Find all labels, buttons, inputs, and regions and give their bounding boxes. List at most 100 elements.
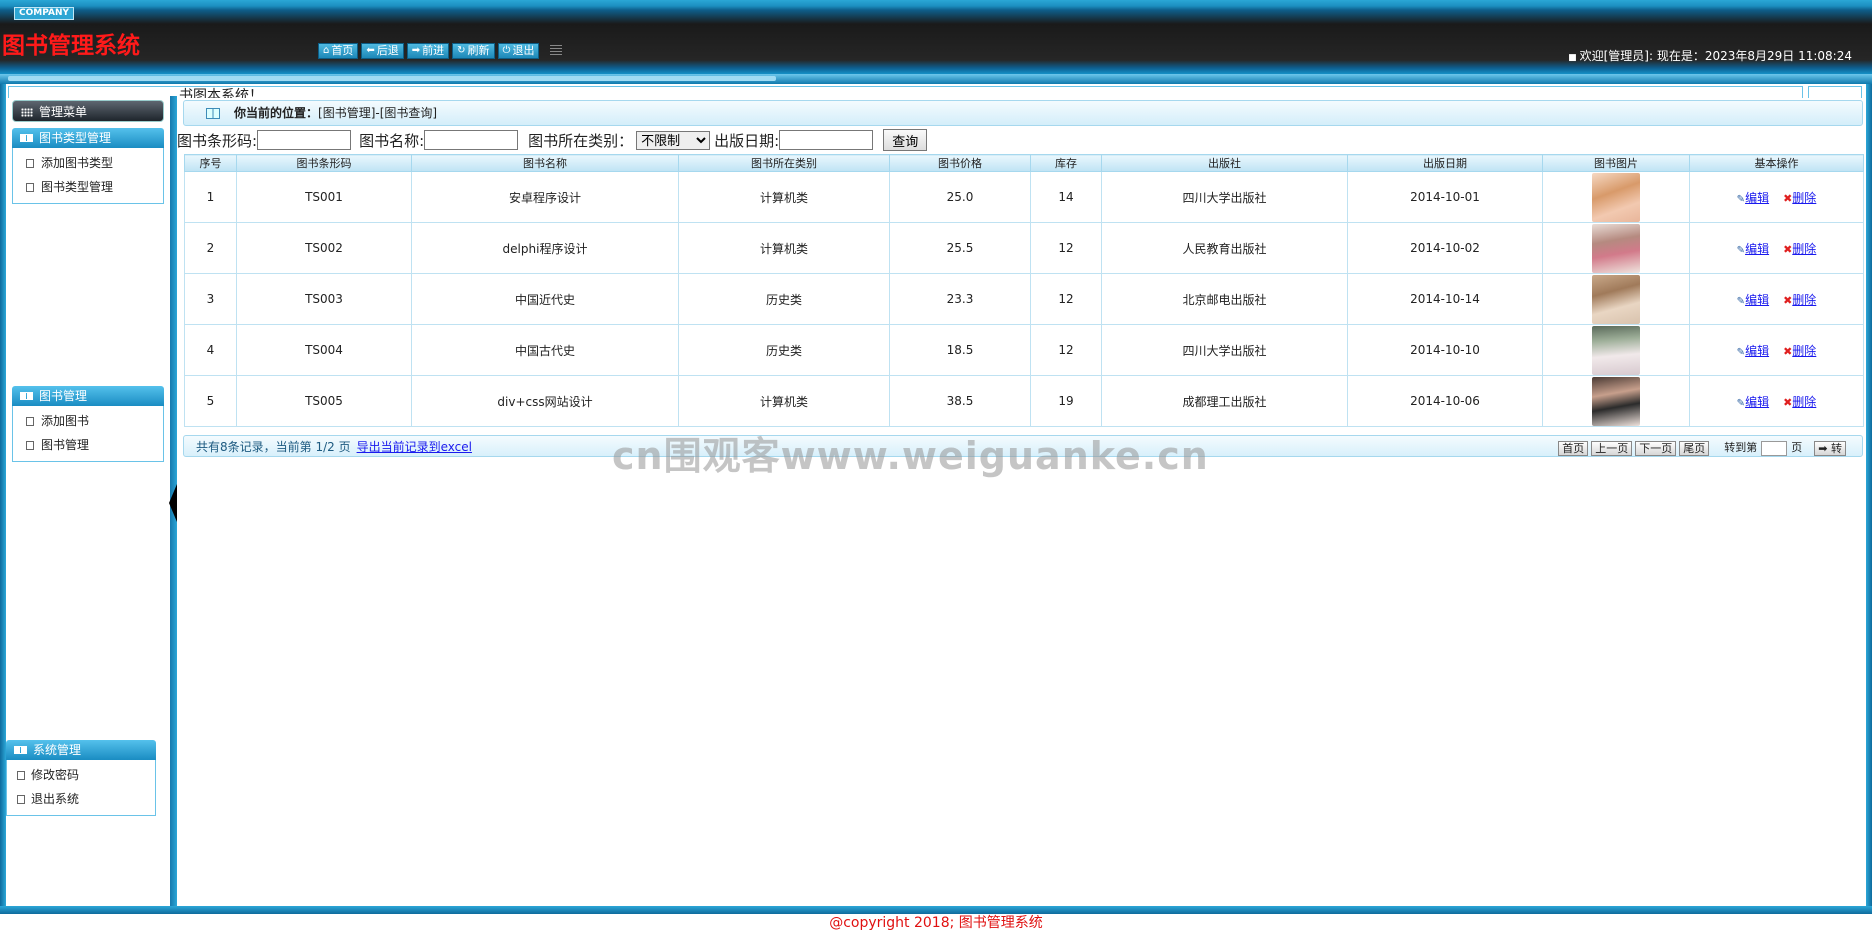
group-header-book[interactable]: 图书管理 <box>12 386 164 406</box>
search-bar: 图书条形码: 图书名称: 图书所在类别： 不限制 出版日期: 查询 <box>177 129 928 151</box>
sidebar-item-book-manage[interactable]: 图书管理 <box>13 433 163 457</box>
query-button[interactable]: 查询 <box>883 129 928 151</box>
sidebar-item-change-password[interactable]: 修改密码 <box>7 763 155 787</box>
column-header: 图书所在类别 <box>678 154 890 172</box>
date-input[interactable] <box>779 130 874 150</box>
nav-back-button[interactable]: ⬅ 后退 <box>361 43 404 59</box>
column-header: 基本操作 <box>1689 154 1864 172</box>
table-row: 1 TS001 安卓程序设计 计算机类 25.0 14 四川大学出版社 2014… <box>184 171 1864 223</box>
pencil-icon: ✎ <box>1736 397 1746 409</box>
watermark: cn围观客www.weiguanke.cn <box>612 434 1209 478</box>
breadcrumb-label: 你当前的位置： <box>234 106 319 120</box>
grid-icon <box>21 108 33 117</box>
delete-link[interactable]: 删除 <box>1792 191 1816 205</box>
last-page-button[interactable]: 尾页 <box>1679 440 1710 456</box>
book-image <box>1592 223 1640 273</box>
main-content: 你当前的位置：[图书管理]-[图书查询] 图书条形码: 图书名称: 图书所在类别… <box>177 98 1866 906</box>
document-icon <box>26 159 34 168</box>
delete-link[interactable]: 删除 <box>1792 293 1816 307</box>
sidebar-item-add-book[interactable]: 添加图书 <box>13 409 163 433</box>
refresh-icon: ↻ <box>457 45 466 56</box>
frame-right <box>1866 84 1872 914</box>
document-icon <box>26 417 34 426</box>
first-page-button[interactable]: 首页 <box>1558 440 1589 456</box>
record-count: 共有8条记录，当前第 1/2 页 <box>196 440 351 454</box>
goto-button[interactable]: ➡ 转 <box>1814 440 1846 456</box>
delete-x-icon: ✖ <box>1783 242 1793 256</box>
goto-label: 转到第 <box>1724 441 1758 454</box>
name-input[interactable] <box>424 130 519 150</box>
delete-link[interactable]: 删除 <box>1792 242 1816 256</box>
sidebar-item-exit-system[interactable]: 退出系统 <box>7 787 155 811</box>
table-header-row: 序号 图书条形码 图书名称 图书所在类别 图书价格 库存 出版社 出版日期 图书… <box>184 154 1864 172</box>
page-unit-label: 页 <box>1791 441 1803 454</box>
book-image <box>1592 325 1640 375</box>
next-page-button[interactable]: 下一页 <box>1635 440 1677 456</box>
header-progress-strip <box>8 76 776 81</box>
nav-home-button[interactable]: ⌂ 首页 <box>318 43 359 59</box>
book-icon <box>20 392 33 400</box>
delete-link[interactable]: 删除 <box>1792 395 1816 409</box>
edit-link[interactable]: 编辑 <box>1745 191 1769 205</box>
group-system: 系统管理 修改密码 退出系统 <box>6 740 156 816</box>
table-row: 3 TS003 中国近代史 历史类 23.3 12 北京邮电出版社 2014-1… <box>184 273 1864 325</box>
menu-title: 管理菜单 <box>12 100 164 122</box>
column-header: 图书图片 <box>1542 154 1690 172</box>
name-label: 图书名称: <box>359 131 425 150</box>
sidebar-item-book-type-manage[interactable]: 图书类型管理 <box>13 175 163 199</box>
power-icon: ⏻ <box>502 45 511 56</box>
document-icon <box>17 795 25 804</box>
delete-x-icon: ✖ <box>1783 344 1793 358</box>
book-icon <box>206 108 220 119</box>
app-window: COMPANY 图书管理系统 ⌂ 首页 ⬅ 后退 ➡ 前进 ↻ 刷新 ⏻ 退出 ■ 欢迎[管… <box>0 0 1872 932</box>
welcome-status: ■ 欢迎[管理员]: 现在是：2023年8月29日 11:08:24 <box>1568 49 1852 63</box>
document-icon <box>26 183 34 192</box>
back-icon: ⬅ <box>366 45 375 56</box>
breadcrumb-path: [图书管理]-[图书查询] <box>318 106 438 120</box>
pencil-icon: ✎ <box>1736 295 1746 307</box>
column-header: 出版社 <box>1101 154 1348 172</box>
table-row: 5 TS005 div+css网站设计 计算机类 38.5 19 成都理工出版社… <box>184 375 1864 427</box>
category-select[interactable]: 不限制 <box>636 130 711 150</box>
goto-page-input[interactable] <box>1761 440 1788 456</box>
column-header: 出版日期 <box>1347 154 1543 172</box>
delete-x-icon: ✖ <box>1783 395 1793 409</box>
pencil-icon: ✎ <box>1736 244 1746 256</box>
square-bullet-icon: ■ <box>1568 53 1577 63</box>
frame-left <box>0 84 6 914</box>
group-header-book-type[interactable]: 图书类型管理 <box>12 128 164 148</box>
column-header: 图书条形码 <box>236 154 412 172</box>
pencil-icon: ✎ <box>1736 193 1746 205</box>
top-frame-strip-right <box>1808 86 1862 98</box>
edit-link[interactable]: 编辑 <box>1745 242 1769 256</box>
prev-page-button[interactable]: 上一页 <box>1591 440 1633 456</box>
nav-logout-button[interactable]: ⏻ 退出 <box>497 43 540 59</box>
delete-link[interactable]: 删除 <box>1792 344 1816 358</box>
system-title: 图书管理系统 <box>2 33 140 59</box>
sidebar-item-add-book-type[interactable]: 添加图书类型 <box>13 151 163 175</box>
header-bottom-bar <box>0 74 1872 84</box>
edit-link[interactable]: 编辑 <box>1745 395 1769 409</box>
nav-forward-button[interactable]: ➡ 前进 <box>406 43 450 59</box>
barcode-label: 图书条形码: <box>177 131 258 150</box>
top-nav: ⌂ 首页 ⬅ 后退 ➡ 前进 ↻ 刷新 ⏻ 退出 <box>318 43 563 59</box>
group-header-system[interactable]: 系统管理 <box>6 740 156 760</box>
book-table: 序号 图书条形码 图书名称 图书所在类别 图书价格 库存 出版社 出版日期 图书… <box>184 154 1864 427</box>
book-image <box>1592 274 1640 324</box>
footer-copyright: @copyright 2018; 图书管理系统 <box>829 915 1043 931</box>
edit-link[interactable]: 编辑 <box>1745 293 1769 307</box>
category-label: 图书所在类别： <box>528 131 634 150</box>
barcode-input[interactable] <box>257 130 352 150</box>
breadcrumb: 你当前的位置：[图书管理]-[图书查询] <box>183 100 1863 126</box>
top-frame-strip: 书图本系统！ <box>8 86 1803 98</box>
table-row: 4 TS004 中国古代史 历史类 18.5 12 四川大学出版社 2014-1… <box>184 324 1864 376</box>
book-image <box>1592 376 1640 426</box>
export-excel-link[interactable]: 导出当前记录到excel <box>357 440 472 454</box>
delete-x-icon: ✖ <box>1783 293 1793 307</box>
menu-lines-icon[interactable] <box>550 45 563 57</box>
edit-link[interactable]: 编辑 <box>1745 344 1769 358</box>
forward-icon: ➡ <box>411 45 421 56</box>
document-icon <box>26 441 34 450</box>
column-header: 序号 <box>184 154 237 172</box>
nav-refresh-button[interactable]: ↻ 刷新 <box>452 43 495 59</box>
